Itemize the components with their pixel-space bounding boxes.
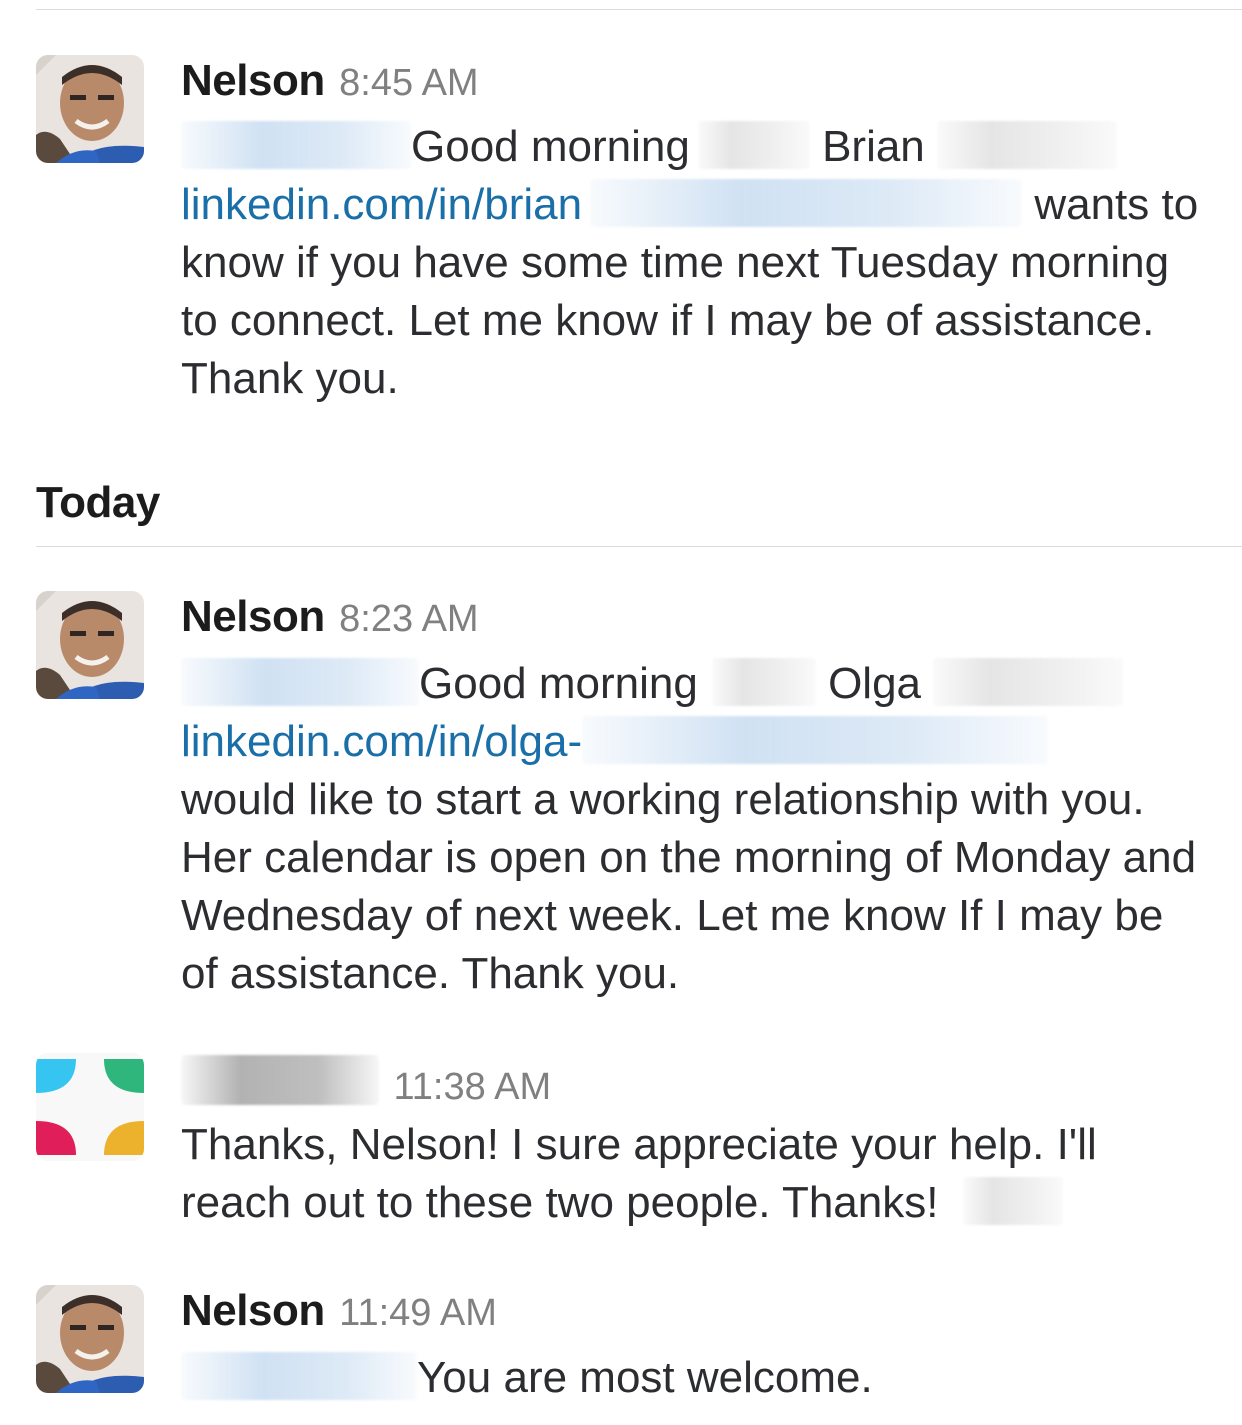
redacted-name — [697, 121, 810, 169]
contact-first-name: Olga — [828, 659, 922, 708]
redacted-mention — [181, 121, 411, 169]
nelson-avatar-icon[interactable] — [36, 1285, 144, 1393]
message-header: Nelson 8:23 AM — [181, 592, 479, 642]
linkedin-link[interactable]: linkedin.com/in/brian — [181, 179, 1023, 229]
author-name[interactable]: Nelson — [181, 592, 325, 641]
message-body: Good morning Olga linkedin.com/in/olga- … — [181, 655, 1211, 1003]
four-color-logo-icon[interactable] — [36, 1053, 144, 1161]
message-header: 11:38 AM — [181, 1055, 551, 1109]
nelson-avatar-icon[interactable] — [36, 55, 144, 163]
message-header: Nelson 8:45 AM — [181, 56, 479, 106]
contact-first-name: Brian — [822, 122, 925, 171]
body-text: would like to start a working relationsh… — [181, 775, 1197, 998]
message-body: You are most welcome. — [181, 1349, 1211, 1407]
timestamp[interactable]: 11:49 AM — [339, 1292, 497, 1334]
author-name[interactable]: Nelson — [181, 56, 325, 105]
linkedin-link[interactable]: linkedin.com/in/olga- — [181, 716, 1049, 766]
nelson-avatar-icon[interactable] — [36, 591, 144, 699]
body-text: Thanks, Nelson! I sure appreciate your h… — [181, 1120, 1097, 1227]
timestamp[interactable]: 8:45 AM — [339, 62, 478, 104]
body-text: You are most welcome. — [417, 1353, 873, 1402]
redacted-mention — [181, 1352, 417, 1400]
redacted-author-name[interactable] — [181, 1055, 379, 1105]
timestamp[interactable]: 8:23 AM — [339, 598, 478, 640]
message-header: Nelson 11:49 AM — [181, 1286, 497, 1336]
timestamp[interactable]: 11:38 AM — [393, 1066, 551, 1108]
greeting-text: Good morning — [411, 122, 690, 171]
greeting-text: Good morning — [419, 659, 698, 708]
day-divider — [36, 546, 1242, 547]
redacted-signature — [962, 1177, 1063, 1225]
redacted-surname — [933, 658, 1124, 706]
body-text-inline: wants — [1034, 180, 1150, 229]
top-divider — [36, 9, 1242, 10]
redacted-mention — [181, 658, 419, 706]
redacted-name — [711, 658, 816, 706]
message-body: Good morning Brian linkedin.com/in/brian… — [181, 118, 1211, 408]
author-name[interactable]: Nelson — [181, 1286, 325, 1335]
redacted-surname — [937, 121, 1118, 169]
day-separator-label: Today — [36, 478, 160, 527]
message-body: Thanks, Nelson! I sure appreciate your h… — [181, 1116, 1211, 1232]
